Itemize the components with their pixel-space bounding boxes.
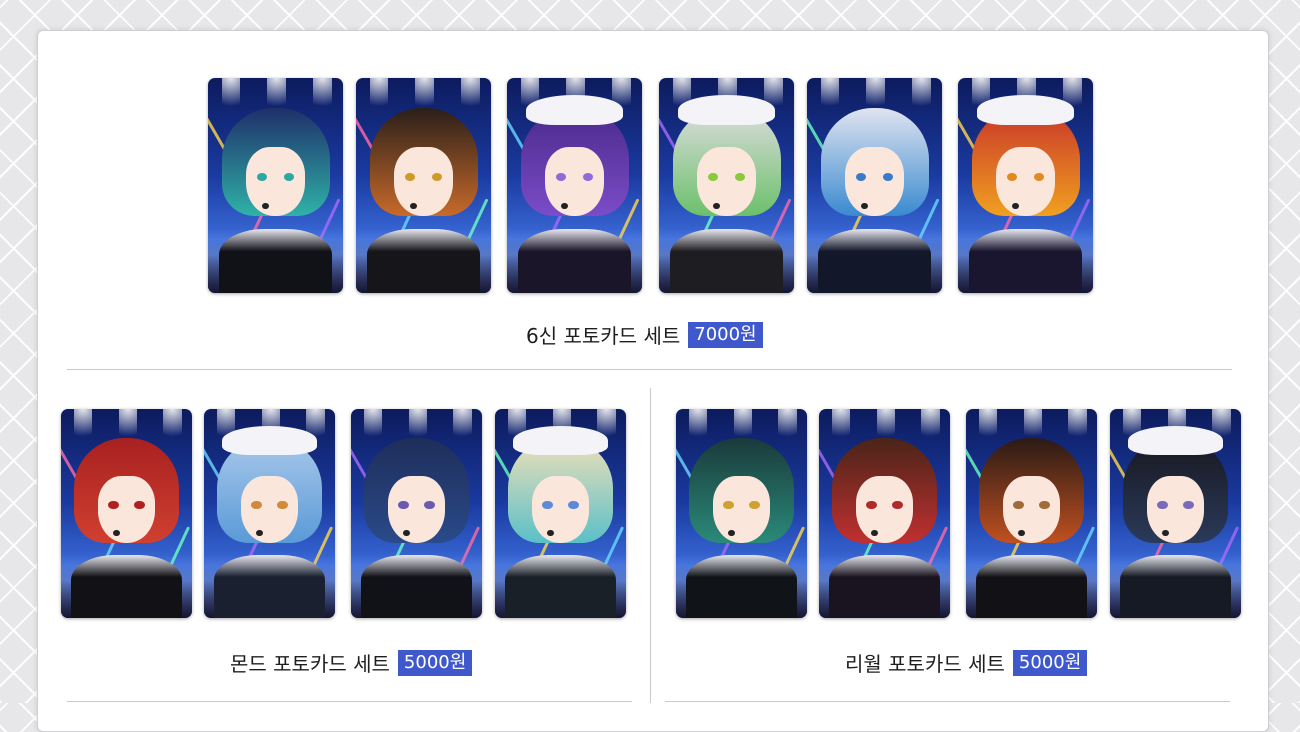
headset-mic-icon [713, 202, 720, 210]
character-eye [542, 500, 553, 510]
price-badge: 7000원 [688, 321, 763, 348]
photocard[interactable] [819, 409, 950, 618]
beret-hat [1128, 425, 1223, 455]
spotlight [832, 409, 851, 447]
spotlight [979, 409, 998, 447]
character-eye [723, 500, 734, 510]
photocard[interactable] [807, 78, 942, 293]
character-face [712, 475, 771, 543]
character-face [240, 475, 299, 543]
set-name: 6신 포토카드 세트 [526, 324, 681, 348]
section-divider [665, 701, 1230, 702]
character-face [531, 475, 590, 543]
column-divider [650, 388, 651, 703]
price-badge: 5000원 [1012, 649, 1088, 676]
photocard[interactable] [1110, 409, 1241, 618]
character-eye [108, 500, 119, 510]
photocard[interactable] [204, 409, 335, 618]
set-label: 리월 포토카드 세트 5000원 [845, 648, 1088, 677]
character-eye [1157, 500, 1168, 510]
set-name: 리월 포토카드 세트 [845, 652, 1005, 676]
beret-hat [976, 95, 1075, 126]
character-eye [1013, 500, 1024, 510]
character-face [544, 146, 605, 216]
set-name: 몬드 포토카드 세트 [230, 652, 390, 676]
spotlight [1068, 409, 1087, 447]
character-face [393, 146, 454, 216]
spotlight [778, 409, 797, 447]
character-outfit [829, 555, 940, 618]
price-badge: 5000원 [397, 649, 473, 676]
character-outfit [361, 555, 472, 618]
character-outfit [218, 228, 333, 293]
beret-hat [677, 95, 776, 126]
character-face [1146, 475, 1205, 543]
headset-mic-icon [861, 202, 868, 210]
set-label: 6신 포토카드 세트 7000원 [526, 320, 763, 349]
spotlight [364, 409, 383, 447]
headset-mic-icon [410, 202, 417, 210]
character-eye [398, 500, 409, 510]
spotlight [820, 78, 840, 117]
character-eye [251, 500, 262, 510]
spotlight [689, 409, 708, 447]
character-outfit [968, 228, 1083, 293]
spotlight [921, 409, 940, 447]
character-face [696, 146, 757, 216]
character-eye [866, 500, 877, 510]
beret-hat [222, 425, 317, 455]
section-divider [67, 701, 632, 702]
spotlight [453, 409, 472, 447]
photocard[interactable] [61, 409, 192, 618]
spotlight [313, 78, 333, 117]
character-outfit [214, 555, 325, 618]
photocard[interactable] [356, 78, 491, 293]
headset-mic-icon [1012, 202, 1019, 210]
spotlight [163, 409, 182, 447]
headset-mic-icon [561, 202, 568, 210]
character-outfit [505, 555, 616, 618]
character-face [1002, 475, 1061, 543]
beret-hat [525, 95, 624, 126]
beret-hat [513, 425, 608, 455]
set-label: 몬드 포토카드 세트 5000원 [230, 648, 473, 677]
section-divider [67, 369, 1232, 370]
character-face [995, 146, 1056, 216]
spotlight [74, 409, 93, 447]
headset-mic-icon [262, 202, 269, 210]
photocard[interactable] [495, 409, 626, 618]
character-face [855, 475, 914, 543]
photocard[interactable] [966, 409, 1097, 618]
character-outfit [71, 555, 182, 618]
spotlight [221, 78, 241, 117]
character-face [387, 475, 446, 543]
character-face [245, 146, 306, 216]
photocard[interactable] [958, 78, 1093, 293]
spotlight [461, 78, 481, 117]
character-outfit [517, 228, 632, 293]
character-outfit [1120, 555, 1231, 618]
photocard[interactable] [351, 409, 482, 618]
character-outfit [976, 555, 1087, 618]
character-outfit [686, 555, 797, 618]
character-outfit [366, 228, 481, 293]
character-outfit [669, 228, 784, 293]
spotlight [912, 78, 932, 117]
character-outfit [817, 228, 932, 293]
photocard[interactable] [659, 78, 794, 293]
photocard[interactable] [507, 78, 642, 293]
photocard[interactable] [676, 409, 807, 618]
character-face [97, 475, 156, 543]
character-face [844, 146, 905, 216]
spotlight [369, 78, 389, 117]
photocard[interactable] [208, 78, 343, 293]
